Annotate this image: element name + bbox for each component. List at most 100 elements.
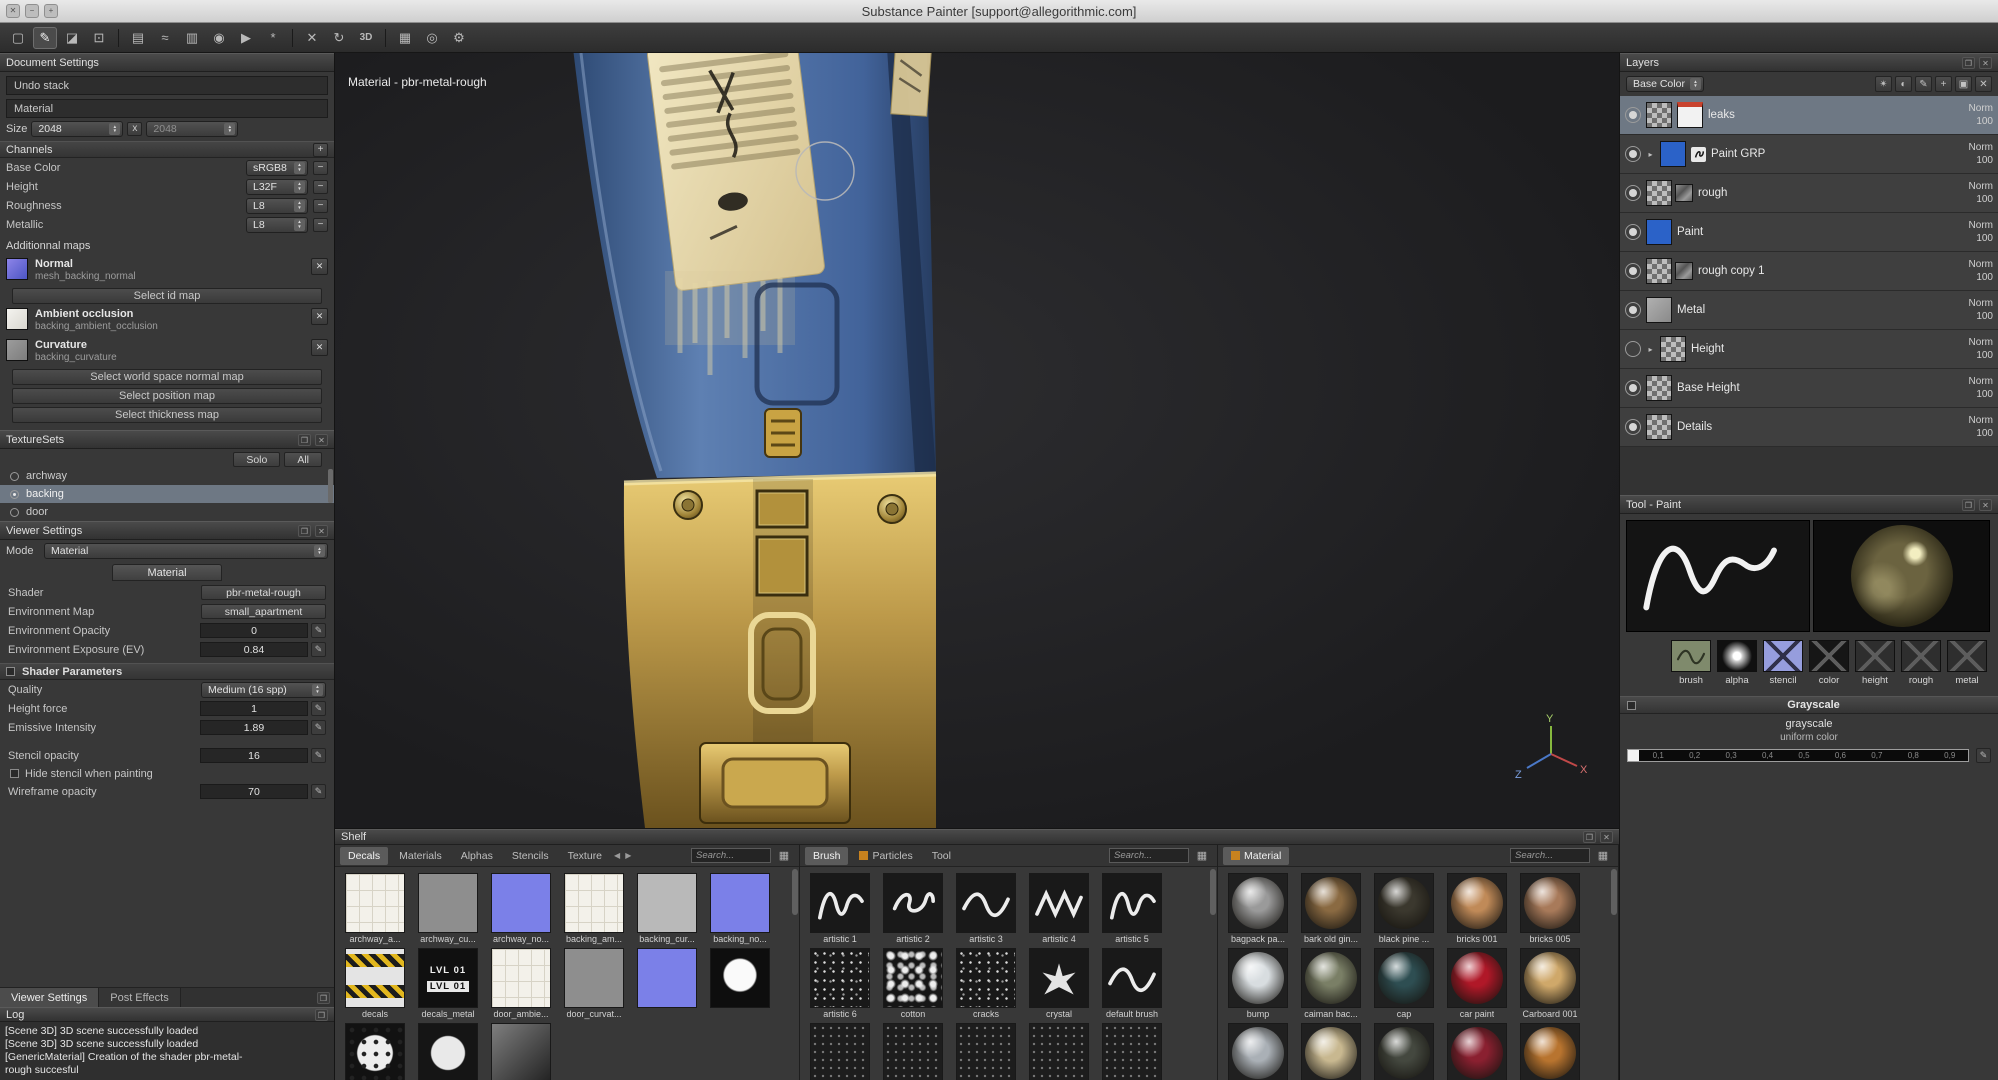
geometry-fill-icon[interactable]: ▤ <box>126 27 150 49</box>
layer-opacity[interactable]: 100 <box>1976 390 1993 400</box>
settings-icon[interactable]: ⚙ <box>447 27 471 49</box>
material-item[interactable]: black pine ... <box>1374 873 1434 945</box>
edit-pencil-icon[interactable]: ✎ <box>311 623 326 638</box>
layer-mask-thumbnail[interactable] <box>1646 180 1672 206</box>
layer-row-rough-copy-1[interactable]: rough copy 1 Norm100 <box>1620 252 1998 291</box>
material-settings-tab[interactable]: Material <box>112 564 222 581</box>
material-item[interactable] <box>1447 1023 1507 1080</box>
close-panel-icon[interactable]: ✕ <box>1600 831 1613 843</box>
tool-channel-height[interactable]: height <box>1854 640 1896 686</box>
shelf-item[interactable]: backing_no... <box>710 873 770 945</box>
layer-opacity[interactable]: 100 <box>1976 195 1993 205</box>
material-item[interactable] <box>1301 1023 1361 1080</box>
material-search-input[interactable] <box>1510 848 1590 863</box>
layer-visibility-toggle[interactable] <box>1625 185 1641 201</box>
layer-thumbnail[interactable] <box>1646 414 1672 440</box>
shader-button[interactable]: pbr-metal-rough <box>201 585 326 600</box>
blend-mode[interactable]: Norm <box>1969 143 1993 153</box>
tool-channel-rough[interactable]: rough <box>1900 640 1942 686</box>
add-fill-layer-icon[interactable]: ◐ <box>1895 76 1912 92</box>
material-picker-icon[interactable]: ◉ <box>207 27 231 49</box>
blend-mode[interactable]: Norm <box>1969 260 1993 270</box>
add-channel-button[interactable]: + <box>313 143 328 157</box>
layer-visibility-toggle[interactable] <box>1625 341 1641 357</box>
select-id-map-button[interactable]: Select id map <box>12 288 322 304</box>
tool-channel-stencil[interactable]: stencil <box>1762 640 1804 686</box>
tab-stencils[interactable]: Stencils <box>504 847 557 865</box>
delete-layer-icon[interactable]: ✕ <box>1975 76 1992 92</box>
texture-set-item-backing[interactable]: backing <box>0 485 334 503</box>
brush-item[interactable]: crystal <box>1029 948 1089 1020</box>
edit-pencil-icon[interactable]: ✎ <box>311 748 326 763</box>
brush-item[interactable]: artistic 6 <box>810 948 870 1020</box>
hide-stencil-checkbox[interactable] <box>10 769 19 778</box>
grayscale-edit-button[interactable]: ✎ <box>1976 748 1991 763</box>
curvature-thumbnail[interactable] <box>6 339 28 361</box>
radio-icon[interactable] <box>10 508 19 517</box>
material-item[interactable]: bricks 005 <box>1520 873 1580 945</box>
layer-opacity[interactable]: 100 <box>1976 312 1993 322</box>
close-window-button[interactable]: ✕ <box>6 4 20 18</box>
layer-row-paint[interactable]: Paint Norm100 <box>1620 213 1998 252</box>
stencil-opacity-slider[interactable]: 16 <box>200 748 308 763</box>
emissive-intensity-slider[interactable]: 1.89 <box>200 720 308 735</box>
solo-button[interactable]: Solo <box>233 452 280 467</box>
texture-set-item-door[interactable]: door <box>0 503 334 521</box>
symmetry-icon[interactable]: ✕ <box>300 27 324 49</box>
layer-mask-thumbnail[interactable] <box>1646 258 1672 284</box>
layer-visibility-toggle[interactable] <box>1625 263 1641 279</box>
add-paint-layer-icon[interactable]: ✎ <box>1915 76 1932 92</box>
material-item[interactable] <box>1520 1023 1580 1080</box>
brush-item[interactable]: artistic 1 <box>810 873 870 945</box>
material-item[interactable]: caiman bac... <box>1301 948 1361 1020</box>
float-panel-icon[interactable]: ❐ <box>317 992 330 1004</box>
expand-arrow-icon[interactable]: ▸ <box>1646 345 1655 354</box>
layer-row-paint-grp[interactable]: ▸ Paint GRP Norm100 <box>1620 135 1998 174</box>
layer-visibility-toggle[interactable] <box>1625 380 1641 396</box>
environment-exposure-input[interactable]: 0.84 <box>200 642 308 657</box>
viewport-3d[interactable]: Material - pbr-metal-rough Y X Z <box>335 53 1619 828</box>
channel-format-dropdown[interactable]: L8 ▲▼ <box>246 217 308 233</box>
grid-view-icon[interactable]: ▦ <box>776 849 792 862</box>
particles-tool-icon[interactable]: * <box>261 27 285 49</box>
scrollbar[interactable] <box>792 869 798 915</box>
layer-visibility-toggle[interactable] <box>1625 302 1641 318</box>
float-panel-icon[interactable]: ❐ <box>1583 831 1596 843</box>
remove-channel-button[interactable]: − <box>313 161 328 175</box>
tab-brush[interactable]: Brush <box>805 847 848 865</box>
remove-curvature-map-button[interactable]: ✕ <box>311 339 328 356</box>
float-panel-icon[interactable]: ❐ <box>315 1009 328 1021</box>
shelf-item[interactable] <box>345 1023 405 1080</box>
layer-thumbnail[interactable] <box>1660 336 1686 362</box>
shelf-item[interactable]: archway_cu... <box>418 873 478 945</box>
tab-alphas[interactable]: Alphas <box>453 847 501 865</box>
shelf-item[interactable]: LVL 01LVL 01decals_metal <box>418 948 478 1020</box>
material-item[interactable]: Carboard 001 <box>1520 948 1580 1020</box>
normal-map-thumbnail[interactable] <box>6 258 28 280</box>
material-item[interactable]: bark old gin... <box>1301 873 1361 945</box>
quality-dropdown[interactable]: Medium (16 spp) ▲▼ <box>201 682 326 698</box>
layer-visibility-toggle[interactable] <box>1625 419 1641 435</box>
close-panel-icon[interactable]: ✕ <box>315 434 328 446</box>
tab-texture[interactable]: Texture <box>560 847 610 865</box>
tab-decals[interactable]: Decals <box>340 847 388 865</box>
layer-opacity[interactable]: 100 <box>1976 117 1993 127</box>
close-panel-icon[interactable]: ✕ <box>1979 499 1992 511</box>
layer-thumbnail[interactable] <box>1646 219 1672 245</box>
viewer-settings-tab[interactable]: Viewer Settings <box>0 988 99 1008</box>
shelf-item[interactable]: decals <box>345 948 405 1020</box>
select-thickness-map-button[interactable]: Select thickness map <box>12 407 322 423</box>
slider-handle[interactable] <box>1628 750 1639 761</box>
brush-item[interactable]: cotton <box>883 948 943 1020</box>
post-effects-tab[interactable]: Post Effects <box>99 988 181 1008</box>
select-position-map-button[interactable]: Select position map <box>12 388 322 404</box>
grid-view-icon[interactable]: ▦ <box>1194 849 1210 862</box>
material-item[interactable] <box>1374 1023 1434 1080</box>
channel-format-dropdown[interactable]: L8 ▲▼ <box>246 198 308 214</box>
clone-tool-icon[interactable]: ▥ <box>180 27 204 49</box>
layer-opacity[interactable]: 100 <box>1976 234 1993 244</box>
axis-gizmo[interactable]: Y X Z <box>1511 710 1591 790</box>
projection-tool-icon[interactable]: ⊡ <box>87 27 111 49</box>
layer-row-rough[interactable]: rough Norm100 <box>1620 174 1998 213</box>
layer-thumbnail[interactable] <box>1675 184 1693 202</box>
